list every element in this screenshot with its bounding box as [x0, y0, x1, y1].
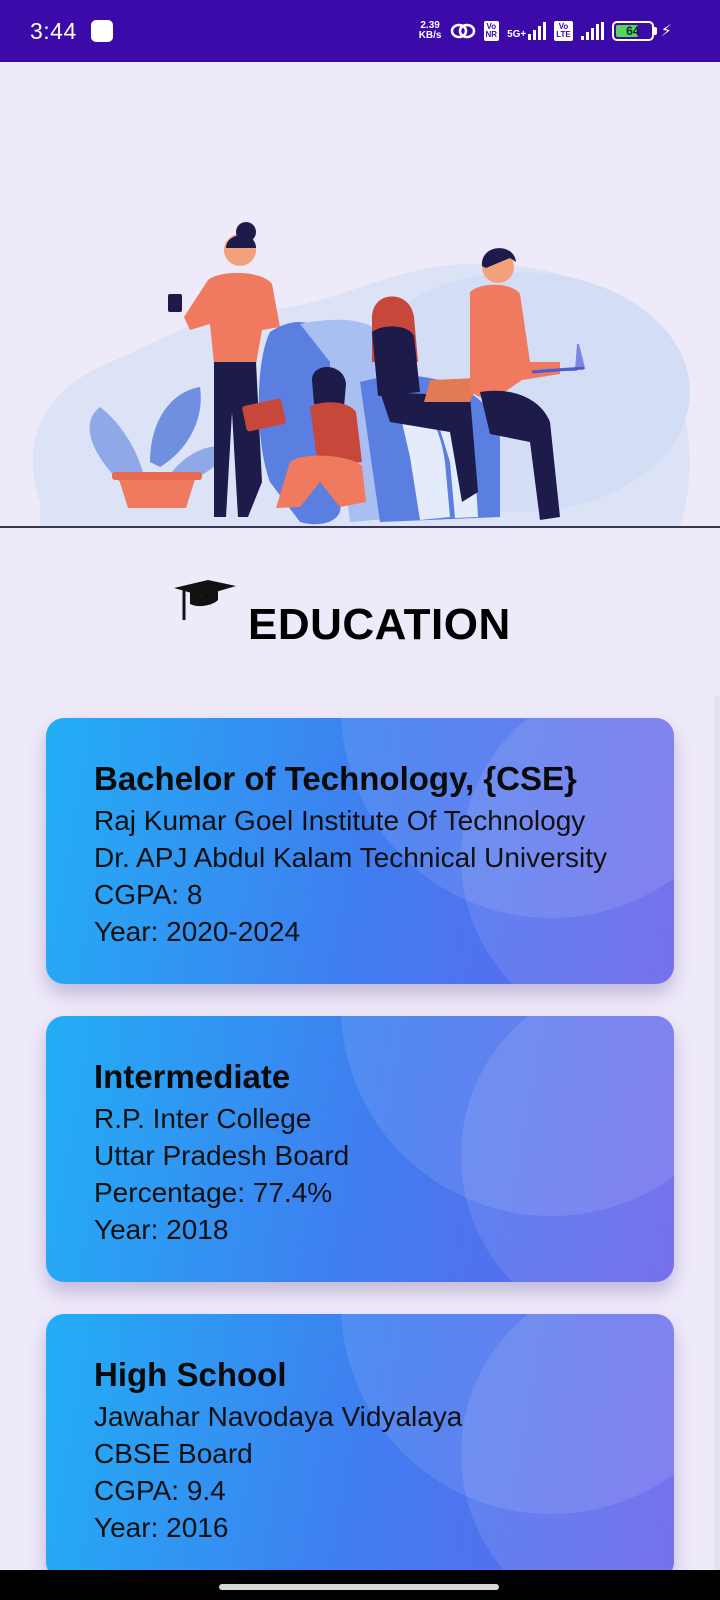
volte-tag-bottom: LTE: [556, 30, 571, 39]
network-speed-unit: KB/s: [418, 30, 442, 41]
education-card-intermediate[interactable]: Intermediate R.P. Inter College Uttar Pr…: [46, 1016, 674, 1282]
card-board: Uttar Pradesh Board: [94, 1140, 350, 1171]
vonr-tag: Vo NR: [483, 21, 500, 41]
card-year: Year: 2016: [94, 1512, 229, 1543]
card-institute: Raj Kumar Goel Institute Of Technology: [94, 805, 586, 836]
signal-icon-2: [580, 22, 604, 40]
notification-app-icon: [90, 20, 113, 42]
network-speed: 2.39 KB/s: [419, 21, 442, 41]
card-title: Bachelor of Technology, {CSE}: [94, 760, 577, 797]
scrollbar[interactable]: [714, 696, 720, 1576]
home-gesture-handle[interactable]: [219, 1584, 499, 1590]
section-title: EDUCATION: [248, 600, 511, 649]
card-title: Intermediate: [94, 1058, 291, 1095]
battery-icon: 64: [611, 21, 654, 41]
network-type-label: 5G+: [507, 29, 527, 40]
education-card-btech[interactable]: Bachelor of Technology, {CSE} Raj Kumar …: [46, 718, 674, 984]
students-studying-illustration: [32, 222, 690, 528]
card-institute: R.P. Inter College: [94, 1103, 312, 1134]
status-icons: 2.39 KB/s Vo NR 5G+ Vo LTE 64 ⚡: [419, 0, 672, 62]
status-time: 3:44: [30, 17, 77, 44]
charging-icon: ⚡: [660, 23, 672, 40]
system-navigation-bar: [0, 1570, 720, 1600]
status-bar: 3:44 2.39 KB/s Vo NR 5G+ Vo LTE 64 ⚡: [0, 0, 720, 62]
card-board: CBSE Board: [94, 1438, 253, 1469]
card-score: Percentage: 77.4%: [94, 1177, 333, 1208]
card-year: Year: 2018: [94, 1214, 229, 1245]
volte-tag: Vo LTE: [554, 21, 573, 41]
vonr-tag-bottom: NR: [485, 30, 498, 39]
hotspot-icon: [450, 23, 475, 39]
section-header: EDUCATION: [0, 570, 720, 650]
graduation-cap-icon: [174, 580, 236, 620]
signal-icon: [528, 22, 547, 40]
card-institute: Jawahar Navodaya Vidyalaya: [94, 1401, 463, 1432]
card-score: CGPA: 8: [94, 879, 203, 910]
battery-level: 64: [626, 24, 640, 38]
card-score: CGPA: 9.4: [94, 1475, 226, 1506]
card-title: High School: [94, 1356, 287, 1393]
card-board: Dr. APJ Abdul Kalam Technical University: [94, 842, 608, 873]
education-card-high-school[interactable]: High School Jawahar Navodaya Vidyalaya C…: [46, 1314, 674, 1580]
ground-divider: [0, 526, 720, 528]
card-year: Year: 2020-2024: [94, 916, 301, 947]
